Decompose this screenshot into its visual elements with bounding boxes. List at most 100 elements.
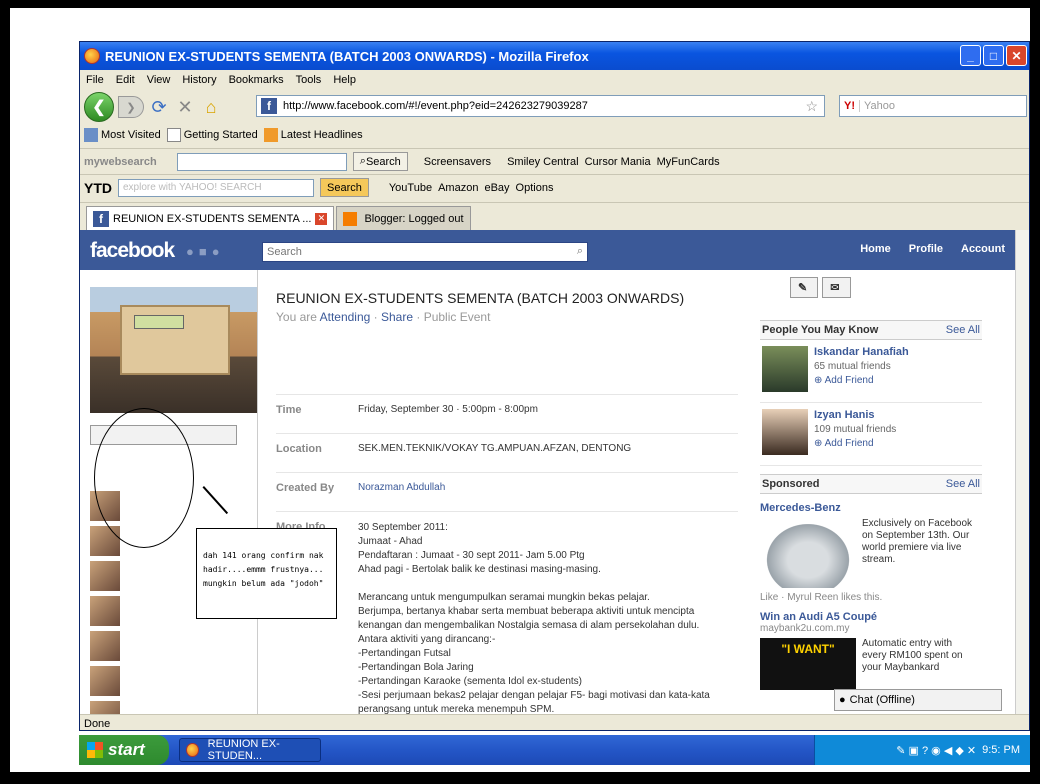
stop-icon[interactable]: ✕ bbox=[174, 96, 196, 118]
creator-link[interactable]: Norazman Abdullah bbox=[358, 482, 445, 494]
bookmark-most-visited[interactable]: Most Visited bbox=[84, 128, 161, 142]
menu-edit[interactable]: Edit bbox=[116, 74, 135, 86]
mywebsearch-search-button[interactable]: ⌕ Search bbox=[352, 152, 408, 171]
close-button[interactable]: ✕ bbox=[1006, 45, 1027, 66]
myfuncards-link[interactable]: MyFunCards bbox=[657, 156, 720, 168]
add-friend-button[interactable]: ⊕ Add Friend bbox=[814, 375, 909, 386]
avatar[interactable] bbox=[762, 409, 808, 455]
add-friend-button[interactable]: ⊕ Add Friend bbox=[814, 438, 896, 449]
event-description: 30 September 2011: Jumaat - Ahad Pendaft… bbox=[358, 522, 710, 714]
event-subtitle: You are Attending · Share · Public Event bbox=[276, 310, 491, 324]
search-box[interactable]: Y! Yahoo bbox=[839, 95, 1027, 117]
menu-help[interactable]: Help bbox=[333, 74, 356, 86]
ad-title-audi[interactable]: Win an Audi A5 Coupé bbox=[760, 611, 982, 623]
minimize-button[interactable]: _ bbox=[960, 45, 981, 66]
ad-car-image[interactable] bbox=[760, 518, 856, 588]
url-bar[interactable]: f http://www.facebook.com/#!/event.php?e… bbox=[256, 95, 825, 117]
youtube-link[interactable]: YouTube bbox=[389, 182, 432, 194]
tab-blogger[interactable]: Blogger: Logged out bbox=[336, 206, 471, 230]
notification-icons[interactable]: ●■● bbox=[186, 244, 225, 259]
nav-account[interactable]: Account bbox=[961, 243, 1005, 255]
pymk-header: People You May Know See All bbox=[760, 320, 982, 340]
mywebsearch-toolbar: mywebsearch ⌕ Search Screensavers Smiley … bbox=[80, 148, 1029, 174]
list-item[interactable] bbox=[90, 698, 250, 714]
most-visited-icon bbox=[84, 128, 98, 142]
yahoo-engine-icon[interactable]: Y! bbox=[840, 100, 860, 112]
amazon-link[interactable]: Amazon bbox=[438, 182, 478, 194]
mywebsearch-input[interactable] bbox=[176, 152, 347, 171]
menu-file[interactable]: File bbox=[86, 74, 104, 86]
back-button[interactable]: ❮ bbox=[84, 92, 114, 122]
avatar[interactable] bbox=[762, 346, 808, 392]
add-friend-icon: ⊕ bbox=[814, 438, 825, 449]
suggestion-name[interactable]: Izyan Hanis bbox=[814, 409, 896, 421]
ad-audi[interactable]: "I WANT" Automatic entry with every RM10… bbox=[760, 638, 982, 690]
taskbar-item-firefox[interactable]: REUNION EX-STUDEN... bbox=[179, 738, 321, 762]
avatar bbox=[90, 700, 120, 714]
nav-profile[interactable]: Profile bbox=[909, 243, 943, 255]
web-content: facebook ●■● Search ⌕ Home Profile Accou… bbox=[80, 230, 1017, 714]
blogger-icon bbox=[343, 211, 358, 226]
avatar bbox=[90, 665, 120, 696]
annotation-callout: dah 141 orang confirm nak hadir....emmm … bbox=[196, 528, 337, 619]
tray-icons[interactable]: ✎ ▣ ? ◉ ◀ ◆ ✕ bbox=[896, 744, 976, 757]
smiley-central-link[interactable]: Smiley Central bbox=[507, 156, 579, 168]
bookmark-latest-headlines[interactable]: Latest Headlines bbox=[263, 128, 363, 142]
event-main: REUNION EX-STUDENTS SEMENTA (BATCH 2003 … bbox=[276, 270, 741, 714]
suggestion-name[interactable]: Iskandar Hanafiah bbox=[814, 346, 909, 358]
ad-title-mercedes[interactable]: Mercedes-Benz bbox=[760, 502, 982, 514]
message-guests-button[interactable]: ✉ bbox=[822, 277, 851, 298]
options-link[interactable]: Options bbox=[516, 182, 554, 194]
sponsored-see-all-link[interactable]: See All bbox=[946, 478, 980, 490]
facebook-logo[interactable]: facebook bbox=[90, 239, 175, 263]
firefox-icon bbox=[186, 743, 199, 757]
tab-bar: f REUNION EX-STUDENTS SEMENTA ... ✕ Blog… bbox=[80, 202, 1029, 230]
event-location: SEK.MEN.TEKNIK/VOKAY TG.AMPUAN.AFZAN, DE… bbox=[358, 443, 632, 454]
taskbar: start REUNION EX-STUDEN... ✎ ▣ ? ◉ ◀ ◆ ✕… bbox=[79, 735, 1030, 765]
nav-home[interactable]: Home bbox=[860, 243, 891, 255]
suggestion-item: Izyan Hanis 109 mutual friends ⊕ Add Fri… bbox=[760, 403, 982, 466]
navigation-toolbar: ❮ ❯ ⟳ ✕ ⌂ f http://www.facebook.com/#!/e… bbox=[80, 90, 1029, 124]
event-photo[interactable] bbox=[90, 287, 257, 413]
ebay-link[interactable]: eBay bbox=[484, 182, 509, 194]
start-button[interactable]: start bbox=[79, 735, 169, 765]
tab-reunion[interactable]: f REUNION EX-STUDENTS SEMENTA ... ✕ bbox=[86, 206, 335, 230]
clock: 9:5: PM bbox=[982, 744, 1020, 756]
maximize-button[interactable]: □ bbox=[983, 45, 1004, 66]
search-icon[interactable]: ⌕ bbox=[577, 245, 583, 258]
ytd-search-input[interactable]: explore with YAHOO! SEARCH bbox=[118, 178, 314, 197]
bookmark-getting-started[interactable]: Getting Started bbox=[166, 128, 258, 142]
home-icon[interactable]: ⌂ bbox=[200, 96, 222, 118]
menu-tools[interactable]: Tools bbox=[296, 74, 322, 86]
vertical-scrollbar[interactable] bbox=[1015, 230, 1029, 714]
facebook-header: facebook ●■● Search ⌕ Home Profile Accou… bbox=[80, 230, 1017, 270]
chat-bar[interactable]: ● Chat (Offline) bbox=[834, 689, 1002, 711]
menu-bar: File Edit View History Bookmarks Tools H… bbox=[80, 70, 1029, 90]
list-item[interactable] bbox=[90, 628, 250, 663]
edit-event-button[interactable]: ✎ bbox=[790, 277, 819, 298]
message-icon: ✉ bbox=[830, 282, 843, 294]
menu-history[interactable]: History bbox=[182, 74, 216, 86]
ad-mercedes[interactable]: Exclusively on Facebook on September 13t… bbox=[760, 518, 982, 588]
bookmark-star-icon[interactable]: ☆ bbox=[805, 98, 818, 115]
pymk-see-all-link[interactable]: See All bbox=[946, 324, 980, 336]
close-tab-icon[interactable]: ✕ bbox=[315, 212, 328, 225]
ad-audi-image[interactable]: "I WANT" bbox=[760, 638, 856, 690]
list-item[interactable] bbox=[90, 663, 250, 698]
ytd-search-button[interactable]: Search bbox=[320, 178, 369, 197]
facebook-search-input[interactable]: Search ⌕ bbox=[262, 242, 588, 262]
firefox-icon bbox=[84, 48, 100, 64]
screensavers-link[interactable]: Screensavers bbox=[424, 156, 491, 168]
forward-button[interactable]: ❯ bbox=[118, 96, 144, 118]
mywebsearch-logo: mywebsearch bbox=[84, 155, 157, 168]
attending-link[interactable]: Attending bbox=[320, 310, 371, 324]
time-row: Time Friday, September 30 · 5:00pm - 8:0… bbox=[276, 394, 738, 416]
menu-bookmarks[interactable]: Bookmarks bbox=[229, 74, 284, 86]
chat-icon: ● bbox=[839, 694, 846, 706]
ad-like-link[interactable]: Like · Myrul Reen likes this. bbox=[760, 592, 982, 603]
share-link[interactable]: Share bbox=[381, 310, 413, 324]
menu-view[interactable]: View bbox=[147, 74, 171, 86]
cursor-mania-link[interactable]: Cursor Mania bbox=[585, 156, 651, 168]
reload-icon[interactable]: ⟳ bbox=[148, 96, 170, 118]
location-row: Location SEK.MEN.TEKNIK/VOKAY TG.AMPUAN.… bbox=[276, 433, 738, 455]
